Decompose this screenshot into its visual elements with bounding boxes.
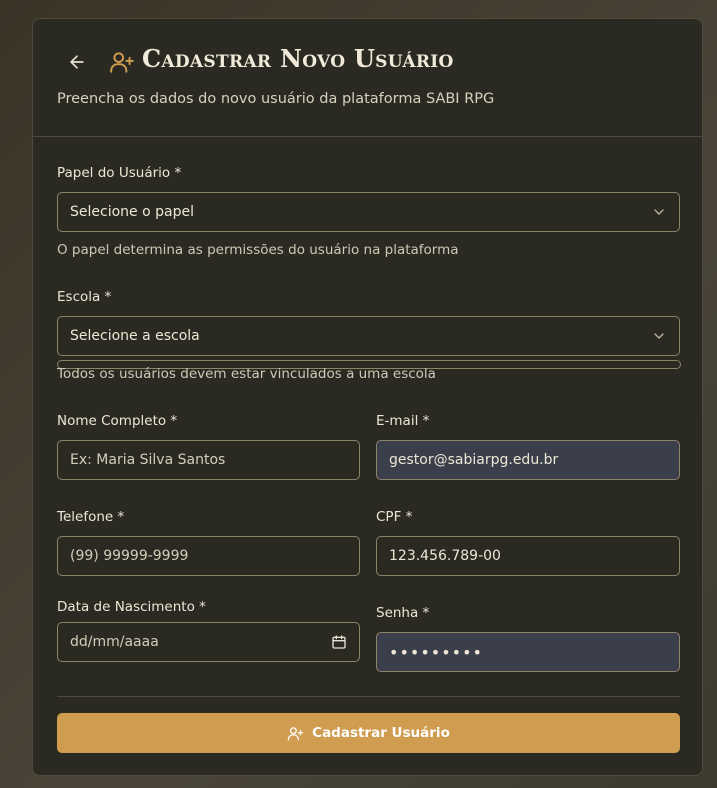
- password-label: Senha *: [376, 605, 430, 621]
- register-user-card: Cadastrar Novo Usuário Preencha os dados…: [32, 18, 703, 776]
- school-label: Escola *: [57, 289, 112, 305]
- email-label: E-mail *: [376, 413, 430, 429]
- page-subtitle: Preencha os dados do novo usuário da pla…: [57, 91, 495, 107]
- role-select-value: Selecione o papel: [70, 204, 194, 220]
- phone-label: Telefone *: [57, 509, 125, 525]
- card-header: Cadastrar Novo Usuário Preencha os dados…: [33, 19, 702, 137]
- password-value: •••••••••: [389, 642, 483, 662]
- page-title: Cadastrar Novo Usuário: [142, 44, 454, 73]
- cpf-value: 123.456.789-00: [389, 548, 501, 564]
- user-plus-icon: [287, 726, 304, 741]
- password-input[interactable]: •••••••••: [376, 632, 680, 672]
- register-user-button[interactable]: Cadastrar Usuário: [57, 713, 680, 753]
- role-hint: O papel determina as permissões do usuár…: [57, 242, 459, 258]
- phone-input[interactable]: (99) 99999-9999: [57, 536, 360, 576]
- school-select-value: Selecione a escola: [70, 328, 200, 344]
- name-label: Nome Completo *: [57, 413, 178, 429]
- user-plus-icon: [109, 49, 135, 75]
- cpf-label: CPF *: [376, 509, 413, 525]
- name-placeholder: Ex: Maria Silva Santos: [70, 452, 226, 468]
- birthdate-placeholder: dd/mm/aaaa: [70, 634, 159, 650]
- calendar-icon[interactable]: [331, 634, 347, 650]
- school-select[interactable]: Selecione a escola: [57, 316, 680, 356]
- cpf-input[interactable]: 123.456.789-00: [376, 536, 680, 576]
- register-button-label: Cadastrar Usuário: [312, 725, 450, 741]
- role-select[interactable]: Selecione o papel: [57, 192, 680, 232]
- birthdate-input[interactable]: dd/mm/aaaa: [57, 622, 360, 662]
- chevron-down-icon: [651, 204, 667, 220]
- back-arrow-icon[interactable]: [67, 52, 87, 72]
- birthdate-label: Data de Nascimento *: [57, 599, 206, 615]
- email-value: gestor@sabiarpg.edu.br: [389, 452, 559, 468]
- role-label: Papel do Usuário *: [57, 165, 182, 181]
- school-hint: Todos os usuários devem estar vinculados…: [57, 366, 436, 382]
- chevron-down-icon: [651, 328, 667, 344]
- name-input[interactable]: Ex: Maria Silva Santos: [57, 440, 360, 480]
- email-input[interactable]: gestor@sabiarpg.edu.br: [376, 440, 680, 480]
- form-divider: [57, 696, 680, 697]
- phone-placeholder: (99) 99999-9999: [70, 548, 189, 564]
